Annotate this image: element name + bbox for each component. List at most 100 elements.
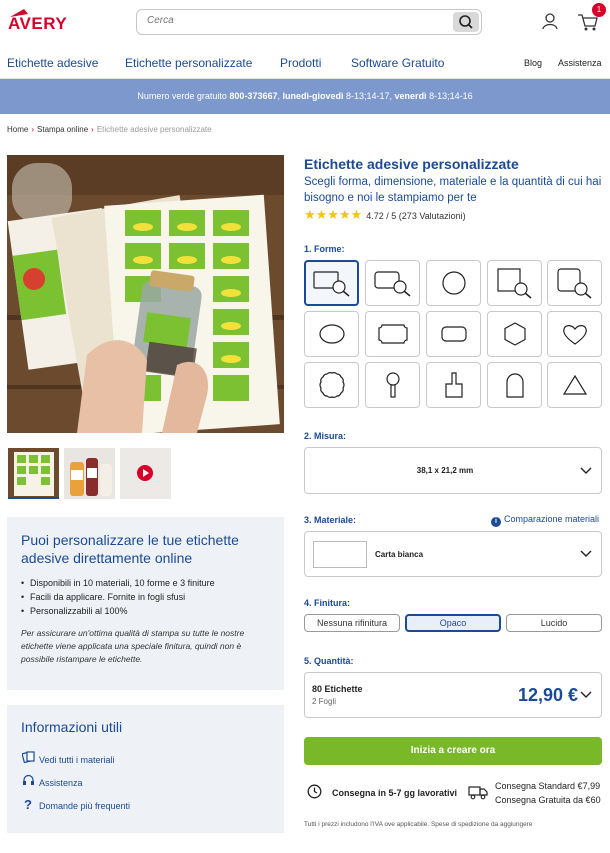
chevron-down-icon [580,550,592,557]
info-icon: i [491,517,501,527]
material-label: 3. Materiale: [304,515,357,525]
rounded-rectangle-icon [440,326,467,342]
delivery-time: Consegna in 5-7 gg lavorativi [332,788,458,798]
info-bullet: Facili da applicare. Fornite in fogli sf… [21,590,276,604]
chevron-down-icon [580,467,592,474]
search-button[interactable] [453,12,479,32]
gallery-thumb-1[interactable] [8,448,59,499]
nav-item-prodotti[interactable]: Prodotti [280,56,321,70]
shape-tag-keyhole[interactable] [365,362,420,408]
delivery-free: Consegna Gratuita da €60 [495,795,601,805]
circle-shape-icon [441,271,466,295]
breadcrumb-separator-icon: › [91,125,94,134]
useful-link-materiali[interactable]: Vedi tutti i materiali [20,751,115,766]
material-compare-link[interactable]: i Comparazione materiali [491,514,599,527]
logo-text: AVERY [8,14,68,33]
gallery-thumb-2[interactable] [64,448,115,499]
gallery-thumb-video[interactable] [120,448,171,499]
promo-days-1: lunedì-giovedì [282,91,344,101]
main-nav: Etichette adesive Etichette personalizza… [0,45,610,79]
scalloped-circle-icon [318,372,345,398]
shape-oval[interactable] [304,311,359,357]
heart-shape-icon [562,325,587,345]
cart-count-badge: 1 [592,3,606,17]
useful-link-assistenza-label: Assistenza [39,778,83,788]
size-select[interactable]: 38,1 x 21,2 mm [304,447,602,494]
notched-rectangle-icon [377,324,408,344]
rating-text: 4.72 / 5 (273 Valutazioni) [366,211,466,221]
material-value: Carta bianca [375,550,424,559]
promo-hours-1: 8-13;14-17, [343,91,395,101]
price-footnote: Tutti i prezzi includono l'IVA ove appli… [304,821,533,828]
quantity-sheets: 2 Fogli [312,697,337,706]
nav-item-etichette-personalizzate[interactable]: Etichette personalizzate [125,56,252,70]
shape-square-custom[interactable] [487,260,542,306]
thumb-bottles-illustration [64,448,115,499]
play-icon [143,469,149,477]
nav-item-etichette-adesive[interactable]: Etichette adesive [7,56,98,70]
chevron-down-icon [580,691,592,698]
breadcrumb-separator-icon: › [31,125,35,134]
oval-shape-icon [318,324,345,344]
headset-icon [21,774,35,789]
info-bullet: Personalizzabili al 100% [21,604,276,618]
clock-icon [307,784,322,799]
delivery-standard: Consegna Standard €7,99 [495,781,601,791]
shape-bottle[interactable] [426,362,481,408]
shape-circle[interactable] [426,260,481,306]
shape-rectangle-custom[interactable] [304,260,359,306]
hexagon-shape-icon [503,322,526,346]
shape-scalloped-circle[interactable] [304,362,359,408]
product-subtitle: Scegli forma, dimensione, materiale e la… [304,176,602,204]
star-rating-icon: ★★★★★ [304,207,363,222]
breadcrumb-stampa-online[interactable]: Stampa online [37,125,88,134]
shape-rounded-square-custom[interactable] [547,260,602,306]
breadcrumb-home[interactable]: Home [7,125,28,134]
keyhole-tag-icon [385,372,400,398]
material-swatch [313,541,367,568]
price: 12,90 € [518,685,579,705]
info-box-list: Disponibili in 10 materiali, 10 forme e … [21,576,276,618]
shape-hexagon[interactable] [487,311,542,357]
useful-link-faq-label: Domande più frequenti [39,801,131,811]
promo-prefix: Numero verde gratuito [137,91,230,101]
size-label: 2. Misura: [304,431,347,441]
useful-link-faq[interactable]: ? Domande più frequenti [21,797,130,812]
rectangle-magnifier-icon [312,271,349,297]
useful-link-assistenza[interactable]: Assistenza [21,774,83,789]
product-rating[interactable]: ★★★★★ 4.72 / 5 (273 Valutazioni) [304,207,466,223]
finish-option-opaco[interactable]: Opaco [405,614,501,632]
finish-option-lucido[interactable]: Lucido [506,614,602,632]
promo-hours-2: 8-13;14-16 [426,91,473,101]
useful-info-box: Informazioni utili Vedi tutti i material… [7,705,284,833]
rounded-rectangle-magnifier-icon [373,271,410,297]
finish-label: 4. Finitura: [304,598,351,608]
shape-triangle[interactable] [547,362,602,408]
nav-item-software-gratuito[interactable]: Software Gratuito [351,56,444,70]
nav-link-blog[interactable]: Blog [524,58,542,68]
shape-heart[interactable] [547,311,602,357]
shape-grid [304,260,602,408]
user-icon[interactable] [541,12,559,30]
nav-link-assistenza[interactable]: Assistenza [558,58,602,68]
start-creating-button[interactable]: Inizia a creare ora [304,737,602,765]
search-box [136,9,482,35]
question-icon: ? [24,797,32,812]
product-hero-image [7,155,284,433]
shape-rounded-rectangle[interactable] [426,311,481,357]
shape-rounded-rectangle-custom[interactable] [365,260,420,306]
material-select[interactable]: Carta bianca [304,531,602,577]
info-box-note: Per assicurare un'ottima qualità di stam… [21,628,245,664]
useful-info-title: Informazioni utili [21,719,123,735]
search-input[interactable] [147,15,447,26]
info-box-title: Puoi personalizzare le tue etichette ade… [21,532,239,566]
truck-icon [468,786,488,800]
shape-notched-rectangle[interactable] [365,311,420,357]
product-title: Etichette adesive personalizzate [304,156,519,172]
avery-logo[interactable]: AVERY [8,7,67,37]
finish-option-none[interactable]: Nessuna rifinitura [304,614,400,632]
site-header: AVERY 1 [0,0,610,45]
shape-arch[interactable] [487,362,542,408]
promo-phone[interactable]: 800-373667 [229,91,277,101]
breadcrumb-current: Etichette adesive personalizzate [96,125,212,134]
